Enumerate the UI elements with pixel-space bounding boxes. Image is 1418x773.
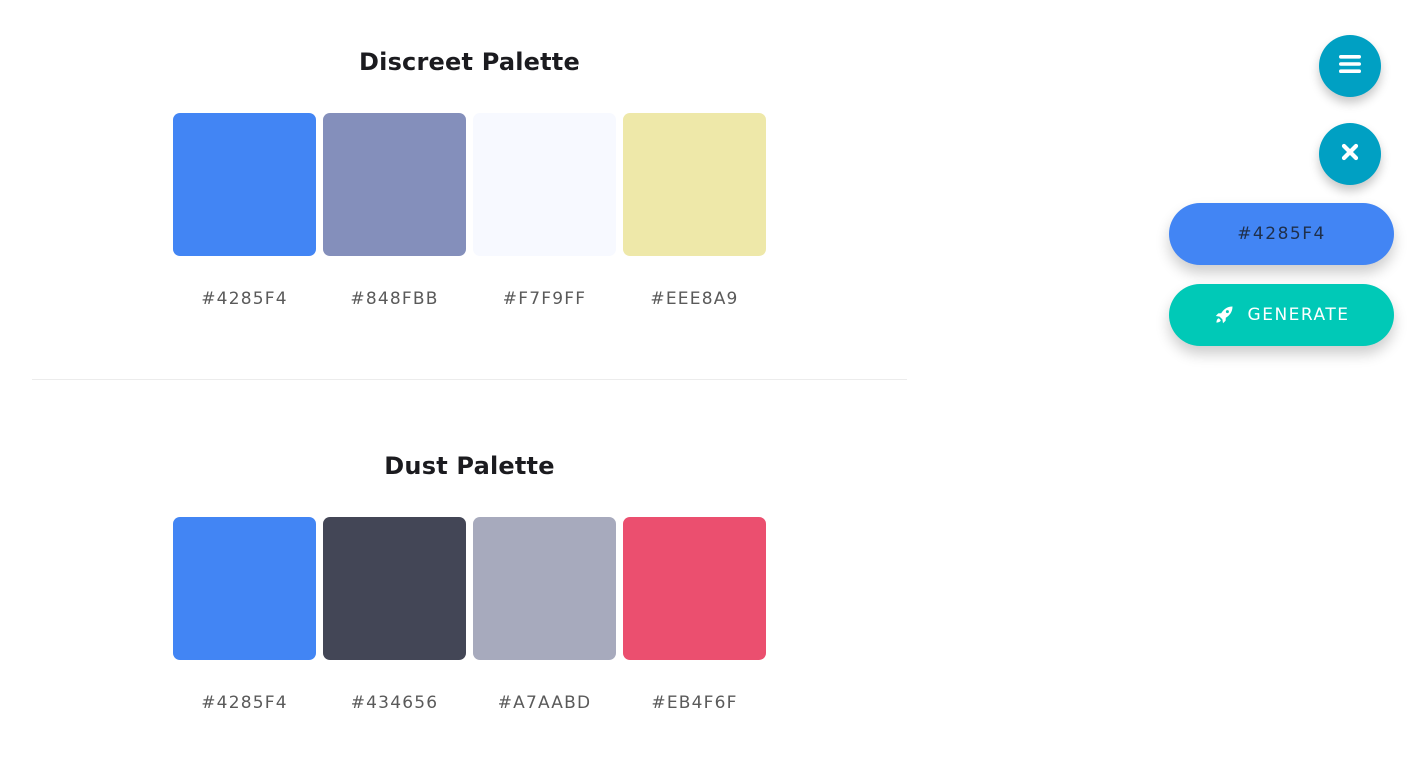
generate-button[interactable]: GENERATE [1169,284,1394,346]
swatch-hex-label: #4285F4 [201,693,288,713]
swatch-hex-label: #848FBB [350,289,439,309]
palette-title: Discreet Palette [359,48,580,76]
color-swatch[interactable] [323,113,466,256]
swatch-hex-label: #EB4F6F [651,693,738,713]
swatch-hex-label: #A7AABD [497,693,592,713]
section-divider [32,379,907,380]
rocket-icon [1214,305,1234,325]
color-swatch[interactable] [623,113,766,256]
color-swatch[interactable] [323,517,466,660]
palette-page: Discreet Palette #4285F4 #848FBB #F7F9FF… [0,0,1418,773]
close-button[interactable] [1319,123,1381,185]
color-swatch[interactable] [473,113,616,256]
swatch-row: #4285F4 #848FBB #F7F9FF #EEE8A9 [173,113,766,309]
swatch-hex-label: #F7F9FF [502,289,587,309]
generate-label: GENERATE [1247,305,1350,325]
current-color-button[interactable]: #4285F4 [1169,203,1394,265]
swatch-hex-label: #434656 [350,693,439,713]
swatch-hex-label: #4285F4 [201,289,288,309]
menu-button[interactable] [1319,35,1381,97]
current-color-label: #4285F4 [1237,224,1326,244]
close-icon [1340,142,1360,166]
color-swatch[interactable] [623,517,766,660]
palette-title: Dust Palette [384,452,555,480]
menu-icon [1338,54,1362,78]
color-swatch[interactable] [173,113,316,256]
color-swatch[interactable] [473,517,616,660]
color-swatch[interactable] [173,517,316,660]
swatch-row: #4285F4 #434656 #A7AABD #EB4F6F [173,517,766,713]
swatch-hex-label: #EEE8A9 [650,289,739,309]
